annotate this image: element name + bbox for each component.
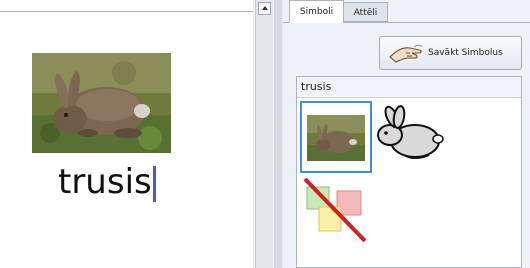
symbol-list-word: trusis [301,80,332,93]
symbol-panel: Attēli Simboli Savākt Simbolus trusis [283,0,530,268]
symbol-option-photo[interactable] [300,101,372,173]
document-scrollbar[interactable] [255,0,273,268]
hand-icon [389,44,423,63]
document-word-row[interactable]: trusis [0,160,253,204]
remove-symbols-button[interactable]: Savākt Simbolus [379,36,522,70]
tab-atteli[interactable]: Attēli [343,2,388,22]
tab-simboli[interactable]: Simboli [289,0,344,23]
rabbit-photo[interactable] [32,53,171,153]
document-top-border [0,11,253,12]
text-caret [153,166,156,202]
rabbit-symbol-icon[interactable] [375,105,445,163]
rabbit-photo-thumbnail-icon [307,115,365,161]
no-symbol-icon[interactable] [303,177,367,243]
symbol-list-header: trusis [297,77,521,98]
document-word: trusis [58,162,152,202]
document-area[interactable]: trusis [0,0,253,268]
panel-splitter[interactable] [274,0,282,268]
symbol-list: trusis [296,76,522,268]
scroll-up-arrow-icon[interactable] [258,2,271,15]
remove-symbols-label: Savākt Simbolus [428,48,503,58]
